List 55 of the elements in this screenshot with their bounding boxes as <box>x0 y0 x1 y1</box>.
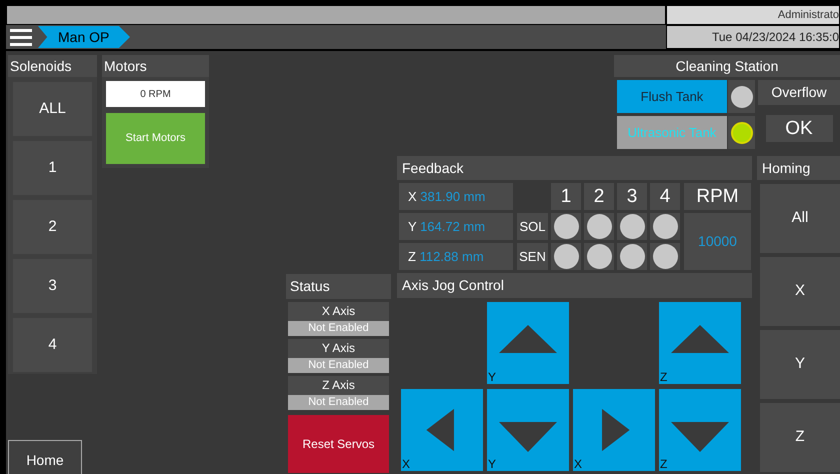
column-header: RPM <box>684 183 751 210</box>
solenoid-button[interactable]: 2 <box>13 200 92 254</box>
column-header: 4 <box>650 183 680 210</box>
solenoid-button[interactable]: ALL <box>13 82 92 136</box>
rpm-field: 0 RPM <box>106 81 205 107</box>
axis-letter: Y <box>488 457 496 471</box>
axis-status: Not Enabled <box>288 321 389 336</box>
menu-icon[interactable] <box>10 28 32 46</box>
jog-button[interactable]: X <box>401 389 483 471</box>
column-header: 2 <box>584 183 614 210</box>
jog-button[interactable]: Y <box>487 302 569 384</box>
axis-label: Y Axis <box>288 339 389 358</box>
axis-letter: X <box>574 457 582 471</box>
axis-label: Z Axis <box>288 376 389 395</box>
axis-label: X Axis <box>288 302 389 321</box>
panel-header: Homing <box>757 156 840 180</box>
homing-button[interactable]: X <box>760 257 840 326</box>
homing-button[interactable]: Z <box>760 403 840 472</box>
panel-header: Cleaning Station <box>614 55 840 77</box>
axis-letter: Y <box>488 370 496 384</box>
rpm-readout: 10000 <box>684 213 751 270</box>
axis-letter: X <box>402 457 410 471</box>
jog-button[interactable]: Z <box>659 302 741 384</box>
solenoid-button[interactable]: 1 <box>13 141 92 195</box>
overflow-label: Overflow <box>758 80 840 105</box>
panel-header: Axis Jog Control <box>397 273 752 298</box>
row-label: SEN <box>517 243 548 270</box>
panel-header: Feedback <box>397 156 752 180</box>
panel-header: Motors <box>102 55 209 77</box>
row-label: SOL <box>517 213 548 240</box>
homing-button[interactable]: All <box>760 184 840 253</box>
home-button[interactable]: Home <box>8 440 82 474</box>
position-readout: X 381.90 mm <box>399 183 513 210</box>
panel-header: Status <box>286 274 391 299</box>
axis-letter: Z <box>660 457 668 471</box>
jog-button[interactable]: X <box>573 389 655 471</box>
homing-button[interactable]: Y <box>760 330 840 399</box>
column-header: 1 <box>551 183 581 210</box>
jog-button[interactable]: Z <box>659 389 741 471</box>
user-name: Administrato <box>666 5 840 25</box>
breadcrumb-tab[interactable]: Man OP <box>38 26 130 48</box>
axis-letter: Z <box>660 370 668 384</box>
position-readout: Z 112.88 mm <box>399 243 513 270</box>
solenoid-button[interactable]: 3 <box>13 259 92 313</box>
tank-button[interactable]: Flush Tank <box>617 80 727 113</box>
panel-header: Solenoids <box>8 55 97 77</box>
axis-status: Not Enabled <box>288 358 389 373</box>
date-time: Tue 04/23/2024 16:35:0 <box>666 25 840 49</box>
column-header: 3 <box>617 183 647 210</box>
jog-button[interactable]: Y <box>487 389 569 471</box>
solenoid-button[interactable]: 4 <box>13 318 92 372</box>
axis-status: Not Enabled <box>288 395 389 410</box>
position-readout: Y 164.72 mm <box>399 213 513 240</box>
reset-servos-button[interactable]: Reset Servos <box>288 415 389 473</box>
overflow-status: OK <box>766 115 832 142</box>
